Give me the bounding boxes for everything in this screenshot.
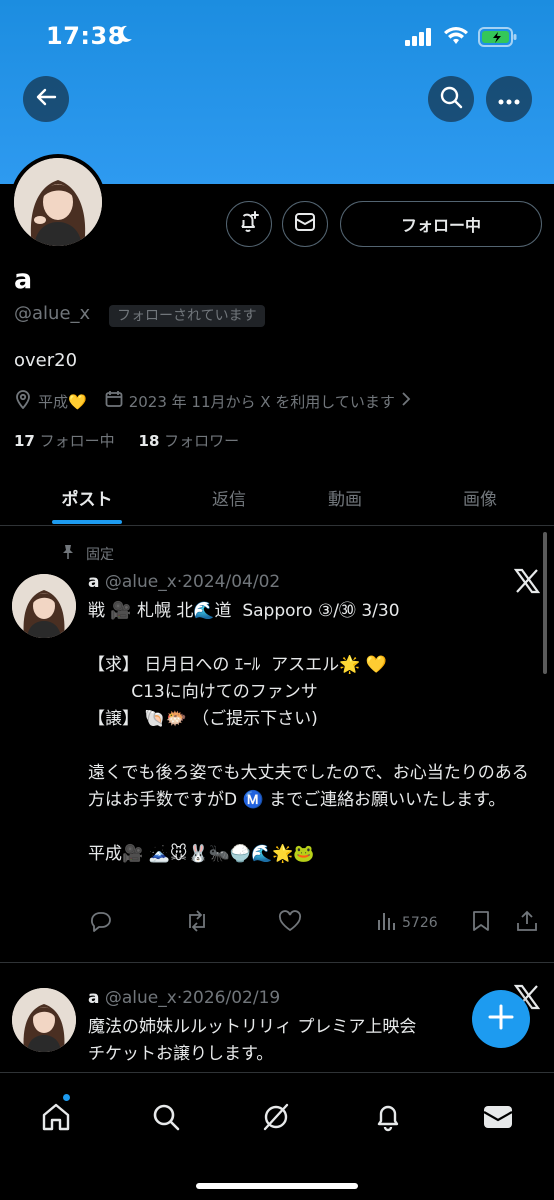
heart-icon [278,910,302,936]
signal-icon [405,28,433,50]
post-header: a @alue_x·2024/04/02 [88,572,280,592]
followers-count: 18 [138,432,160,450]
compose-button[interactable] [472,990,530,1048]
x-logo-icon [513,568,541,601]
notifications-icon [373,1102,403,1136]
moon-icon [114,24,134,48]
more-button[interactable] [486,76,532,122]
tab-replies[interactable]: 返信 [174,468,284,526]
profile-handle: @alue_x [14,303,91,324]
mail-icon [294,212,316,236]
profile-tabs: ポスト 返信 動画 画像 [0,468,554,526]
views-chart-icon [376,911,396,935]
bookmark-button[interactable] [472,908,490,938]
plus-icon [487,1003,515,1035]
location-pin-icon [14,389,32,413]
tab-posts[interactable]: ポスト [0,468,174,526]
reply-icon [88,910,112,936]
search-button[interactable] [428,76,474,122]
active-tab-indicator [52,520,122,524]
profile-avatar[interactable] [10,154,106,250]
repost-icon [184,910,210,936]
post-author-name[interactable]: a [88,572,99,592]
profile-location: 平成💛 [38,392,87,411]
post-author-handle[interactable]: @alue_x [105,572,177,592]
post-avatar[interactable] [12,574,76,638]
pinned-label: 固定 [86,547,114,563]
pin-icon [60,544,76,564]
search-icon [439,85,463,113]
following-label: フォロー中 [39,432,115,450]
post-header: a @alue_x·2026/02/19 [88,988,280,1008]
battery-charging-icon [478,26,518,52]
profile-joined-date[interactable]: 2023 年 11月から X を利用しています [129,391,395,412]
following-count: 17 [14,432,35,450]
pinned-indicator: 固定 [60,544,114,564]
post-body[interactable]: 魔法の姉妹ルルットリリィ プレミア上映会 チケットお譲りします。 [88,1014,534,1068]
post-body[interactable]: 戦 🎥 札幌 北🌊道 Sapporo ③/㉚ 3/30 【求】 日月日への ｴｰ… [88,598,534,868]
like-button[interactable] [278,908,302,938]
home-icon [40,1101,72,1137]
share-button[interactable] [516,908,538,938]
notify-subscribe-button[interactable] [226,201,272,247]
followers-label: フォロワー [164,432,240,450]
tab-videos[interactable]: 動画 [284,468,406,526]
home-indicator[interactable] [196,1183,358,1189]
grok-icon [261,1102,291,1136]
post-actions: 5726 [88,908,544,938]
reply-button[interactable] [88,908,112,938]
status-bar: 17:38 [0,0,554,70]
back-button[interactable] [23,76,69,122]
home-notification-dot [62,1093,71,1102]
search-icon [151,1102,181,1136]
share-icon [516,910,538,936]
more-icon [498,90,520,109]
post-author-handle[interactable]: @alue_x [105,988,177,1008]
wifi-icon [444,26,468,50]
following-button[interactable]: フォロー中 [340,201,542,247]
views-count: 5726 [402,915,438,931]
bottom-nav [0,1072,554,1200]
post-date[interactable]: ·2026/02/19 [177,988,280,1008]
chevron-right-icon [401,392,411,410]
followers-link[interactable]: 18 フォロワー [139,432,240,450]
post-date[interactable]: ·2024/04/02 [177,572,280,592]
bell-plus-icon [237,210,261,238]
nav-notifications[interactable] [368,1099,408,1139]
nav-home[interactable] [36,1099,76,1139]
bookmark-icon [472,910,490,936]
profile-display-name: a [14,264,33,295]
tab-media[interactable]: 画像 [406,468,554,526]
profile-bio: over20 [14,350,78,371]
profile-meta-row: 平成💛 2023 年 11月から X を利用しています [14,388,411,414]
views-button[interactable]: 5726 [376,908,438,938]
scrollbar[interactable] [543,532,547,674]
back-arrow-icon [35,86,57,112]
post-divider [0,962,554,963]
follows-you-badge: フォローされています [109,305,265,327]
profile-follow-counts: 17 フォロー中 18 フォロワー [14,430,239,451]
post-author-name[interactable]: a [88,988,99,1008]
messages-icon [482,1103,514,1135]
nav-grok[interactable] [256,1099,296,1139]
following-link[interactable]: 17 フォロー中 [14,432,115,450]
nav-messages[interactable] [478,1099,518,1139]
repost-button[interactable] [184,908,210,938]
nav-search[interactable] [146,1099,186,1139]
calendar-icon [105,390,123,412]
post-avatar[interactable] [12,988,76,1052]
message-button[interactable] [282,201,328,247]
